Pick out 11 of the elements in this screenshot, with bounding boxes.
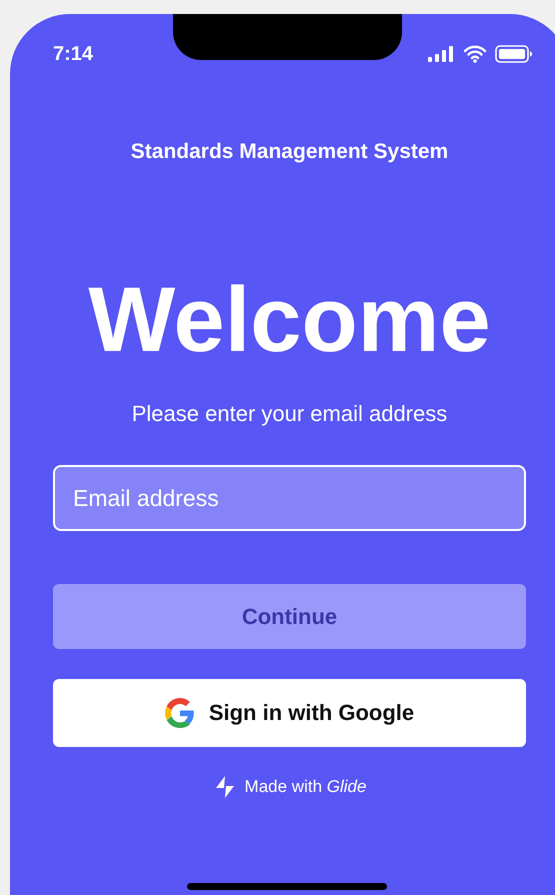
welcome-heading: Welcome: [87, 274, 492, 366]
app-title: Standards Management System: [130, 140, 450, 164]
google-sign-in-button[interactable]: Sign in with Google: [53, 679, 526, 747]
status-time: 7:14: [53, 42, 94, 66]
email-field[interactable]: Email address: [53, 465, 526, 531]
made-with-text: Made with Glide: [244, 777, 366, 797]
prompt-text: Please enter your email address: [130, 401, 448, 427]
wifi-icon: [463, 45, 487, 63]
battery-icon: [495, 45, 533, 63]
google-icon: [164, 698, 195, 728]
signal-icon: [427, 45, 455, 63]
